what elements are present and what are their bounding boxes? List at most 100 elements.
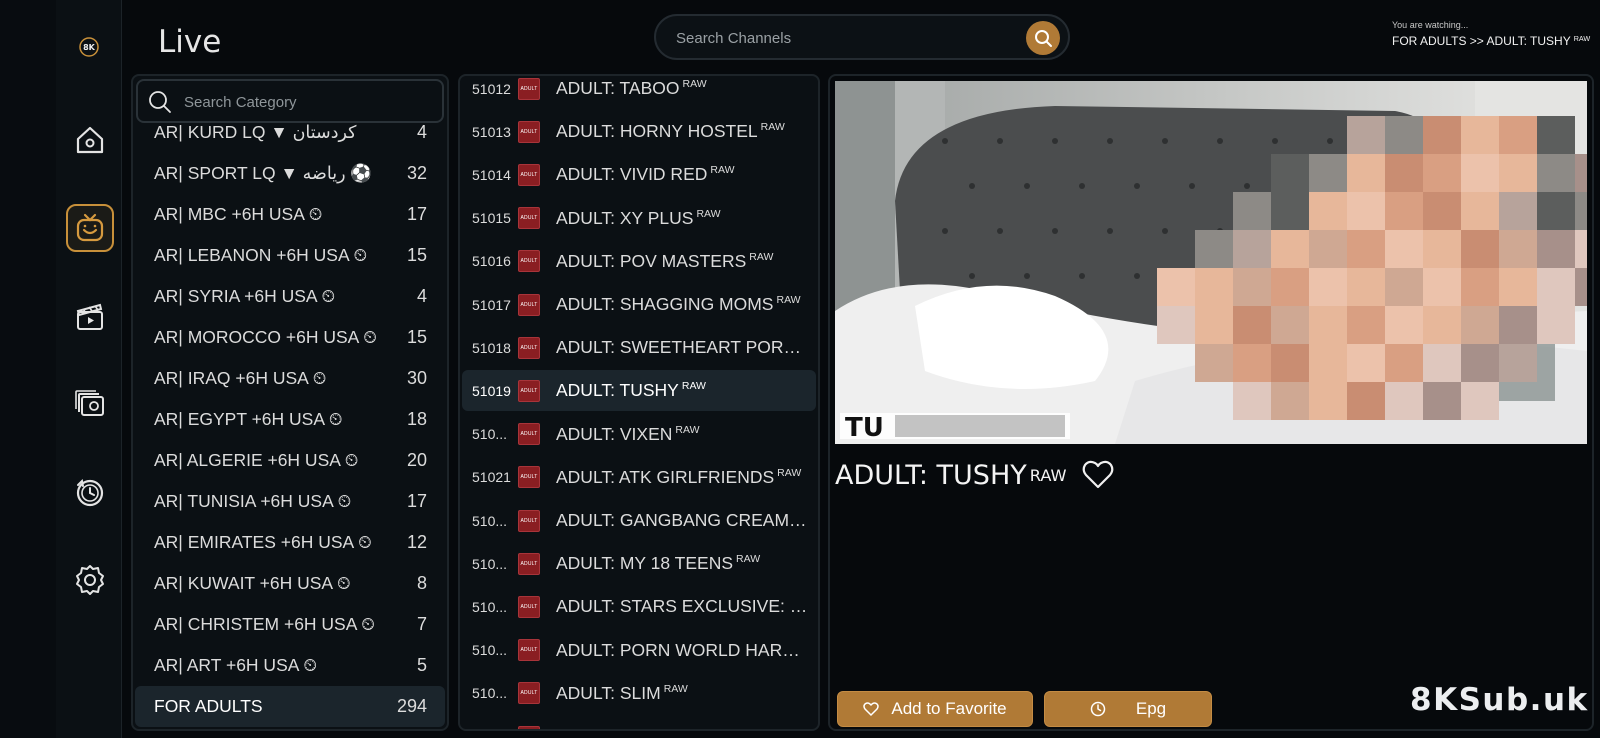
category-item[interactable]: AR| CHRISTEM +6H USA ⏲ 7 xyxy=(133,604,447,645)
channel-item[interactable]: 51019 ADULT ADULT: TUSHY RAW xyxy=(462,370,816,412)
pixelated-block xyxy=(1271,230,1309,268)
pixelated-block xyxy=(1423,154,1461,192)
search-channels-button[interactable] xyxy=(1026,21,1060,55)
category-label: FOR ADULTS xyxy=(154,696,263,716)
pixelated-block xyxy=(1461,382,1499,420)
now-watching-value: FOR ADULTS >> ADULT: TUSHY RAW xyxy=(1392,34,1591,48)
category-item[interactable]: AR| EGYPT +6H USA ⏲ 18 xyxy=(133,399,447,440)
category-item[interactable]: AR| ALGERIE +6H USA ⏲ 20 xyxy=(133,440,447,481)
category-item[interactable]: AR| MOROCCO +6H USA ⏲ 15 xyxy=(133,317,447,358)
pixelated-block xyxy=(1575,230,1587,268)
pixelated-block xyxy=(1309,382,1347,420)
settings-icon xyxy=(76,565,104,595)
pixelated-block xyxy=(1461,230,1499,268)
nav-movies-button[interactable] xyxy=(66,292,114,340)
category-list[interactable]: AR| KURD LQ ▼ کردستان 4 AR| SPORT LQ ▼ ريا… xyxy=(133,112,447,727)
channel-item[interactable]: 510... ADULT ADULT: PORN WORLD HARDCOR... xyxy=(462,630,816,671)
channel-item[interactable]: 510... ADULT ADULT: VIXEN RAW xyxy=(462,414,816,455)
channel-item[interactable]: 510... ADULT ADULT: STARS EXCLUSIVE: BLAKE… xyxy=(462,586,816,627)
pixelated-block xyxy=(1347,230,1385,268)
pixelated-block xyxy=(1271,192,1309,230)
channel-number: 51018 xyxy=(472,339,511,356)
nav-series-button[interactable] xyxy=(66,380,114,428)
pixelated-block xyxy=(1461,306,1499,344)
search-category-field[interactable] xyxy=(136,79,444,123)
category-label: AR| LEBANON +6H USA ⏲ xyxy=(154,245,368,265)
channel-logo: ADULT xyxy=(518,120,540,143)
category-item[interactable]: AR| IRAQ +6H USA ⏲ 30 xyxy=(133,358,447,399)
channel-item[interactable]: 510... ADULT ADULT: MY 18 TEENS RAW xyxy=(462,543,816,584)
category-label: AR| MBC +6H USA ⏲ xyxy=(154,204,323,224)
category-item[interactable]: AR| SYRIA +6H USA ⏲ 4 xyxy=(133,276,447,317)
pixelated-block xyxy=(1309,192,1347,230)
channel-name: ADULT: HORNY HOSTEL RAW xyxy=(556,121,785,142)
add-to-favorite-button[interactable]: Add to Favorite xyxy=(837,691,1033,727)
channel-item[interactable]: 51013 ADULT ADULT: HORNY HOSTEL RAW xyxy=(462,111,816,152)
live-tv-icon xyxy=(76,213,104,242)
search-category-input[interactable] xyxy=(184,89,424,115)
category-label: AR| IRAQ +6H USA ⏲ xyxy=(154,368,327,388)
channel-logo: ADULT xyxy=(518,423,540,446)
pixelated-block xyxy=(1309,268,1347,306)
channel-number: 510... xyxy=(472,512,508,529)
nav-settings-button[interactable] xyxy=(66,556,114,604)
channel-item[interactable] xyxy=(462,716,816,729)
pixelated-block xyxy=(1499,192,1537,230)
heart-icon xyxy=(863,702,880,717)
category-item[interactable]: AR| KUWAIT +6H USA ⏲ 8 xyxy=(133,563,447,604)
channel-number: 51014 xyxy=(472,166,511,183)
pixelated-block xyxy=(1537,116,1575,154)
channel-name: ADULT: POV MASTERS RAW xyxy=(556,250,774,271)
search-channels-input[interactable] xyxy=(676,24,996,52)
channel-item[interactable]: 51017 ADULT ADULT: SHAGGING MOMS RAW xyxy=(462,284,816,325)
category-item[interactable]: AR| EMIRATES +6H USA ⏲ 12 xyxy=(133,522,447,563)
category-item[interactable]: AR| ART +6H USA ⏲ 5 xyxy=(133,645,447,686)
search-channels-field[interactable] xyxy=(654,14,1070,60)
nav-catchup-button[interactable] xyxy=(66,468,114,516)
headboard-tuft xyxy=(1162,138,1168,144)
pixelated-block xyxy=(1385,192,1423,230)
heart-icon[interactable] xyxy=(1081,458,1115,492)
category-count: 12 xyxy=(406,532,427,552)
category-item[interactable]: AR| MBC +6H USA ⏲ 17 xyxy=(133,194,447,235)
epg-label: Epg xyxy=(1135,699,1167,718)
category-label: AR| ART +6H USA ⏲ xyxy=(154,655,317,675)
headboard-tuft xyxy=(1134,273,1140,279)
channel-item[interactable]: 51016 ADULT ADULT: POV MASTERS RAW xyxy=(462,241,816,282)
channel-logo: ADULT xyxy=(518,336,540,359)
channel-number: 510... xyxy=(472,555,508,572)
nav-live-tv-button[interactable] xyxy=(66,204,114,252)
category-label: AR| TUNISIA +6H USA ⏲ xyxy=(154,491,352,511)
category-item[interactable]: FOR ADULTS 294 xyxy=(135,686,445,727)
home-icon xyxy=(76,126,104,154)
pixelated-block xyxy=(1271,344,1309,382)
channel-item[interactable]: 51021 ADULT ADULT: ATK GIRLFRIENDS RAW xyxy=(462,457,816,498)
channel-item[interactable]: 510... ADULT ADULT: GANGBANG CREAMPIER... xyxy=(462,500,816,541)
pixelated-block xyxy=(1461,344,1499,382)
category-item[interactable]: AR| LEBANON +6H USA ⏲ 15 xyxy=(133,235,447,276)
category-item[interactable]: AR| TUNISIA +6H USA ⏲ 17 xyxy=(133,481,447,522)
channel-name: ADULT: TUSHY RAW xyxy=(556,380,706,401)
pixelated-block xyxy=(1385,230,1423,268)
category-label: AR| KUWAIT +6H USA ⏲ xyxy=(154,573,351,593)
now-watching-label: You are watching... xyxy=(1392,20,1469,30)
channel-item[interactable]: 51012 ADULT ADULT: TABOO RAW xyxy=(462,76,816,109)
headboard-tuft xyxy=(1327,138,1333,144)
epg-button[interactable]: Epg xyxy=(1044,691,1212,727)
channel-item[interactable]: 51014 ADULT ADULT: VIVID RED RAW xyxy=(462,154,816,195)
pixelated-block xyxy=(1233,192,1271,230)
video-frame: TU xyxy=(835,81,1587,444)
channel-name: ADULT: XY PLUS RAW xyxy=(556,207,721,228)
channel-item[interactable]: 51015 ADULT ADULT: XY PLUS RAW xyxy=(462,198,816,239)
video-player[interactable]: TU xyxy=(835,81,1587,444)
nav-home-button[interactable] xyxy=(66,116,114,164)
category-item[interactable]: AR| SPORT LQ ▼ رياضه ⚽ 32 xyxy=(133,153,447,194)
channel-item[interactable]: 510... ADULT ADULT: SLIM RAW xyxy=(462,673,816,714)
category-label: AR| ALGERIE +6H USA ⏲ xyxy=(154,450,359,470)
channel-logo: ADULT xyxy=(518,250,540,273)
headboard-tuft xyxy=(1052,228,1058,234)
channel-item[interactable]: 51018 ADULT ADULT: SWEETHEART PORNRAW xyxy=(462,327,816,368)
category-count: 294 xyxy=(396,696,427,716)
page-title: Live xyxy=(158,24,222,60)
clock-icon xyxy=(1090,701,1106,717)
